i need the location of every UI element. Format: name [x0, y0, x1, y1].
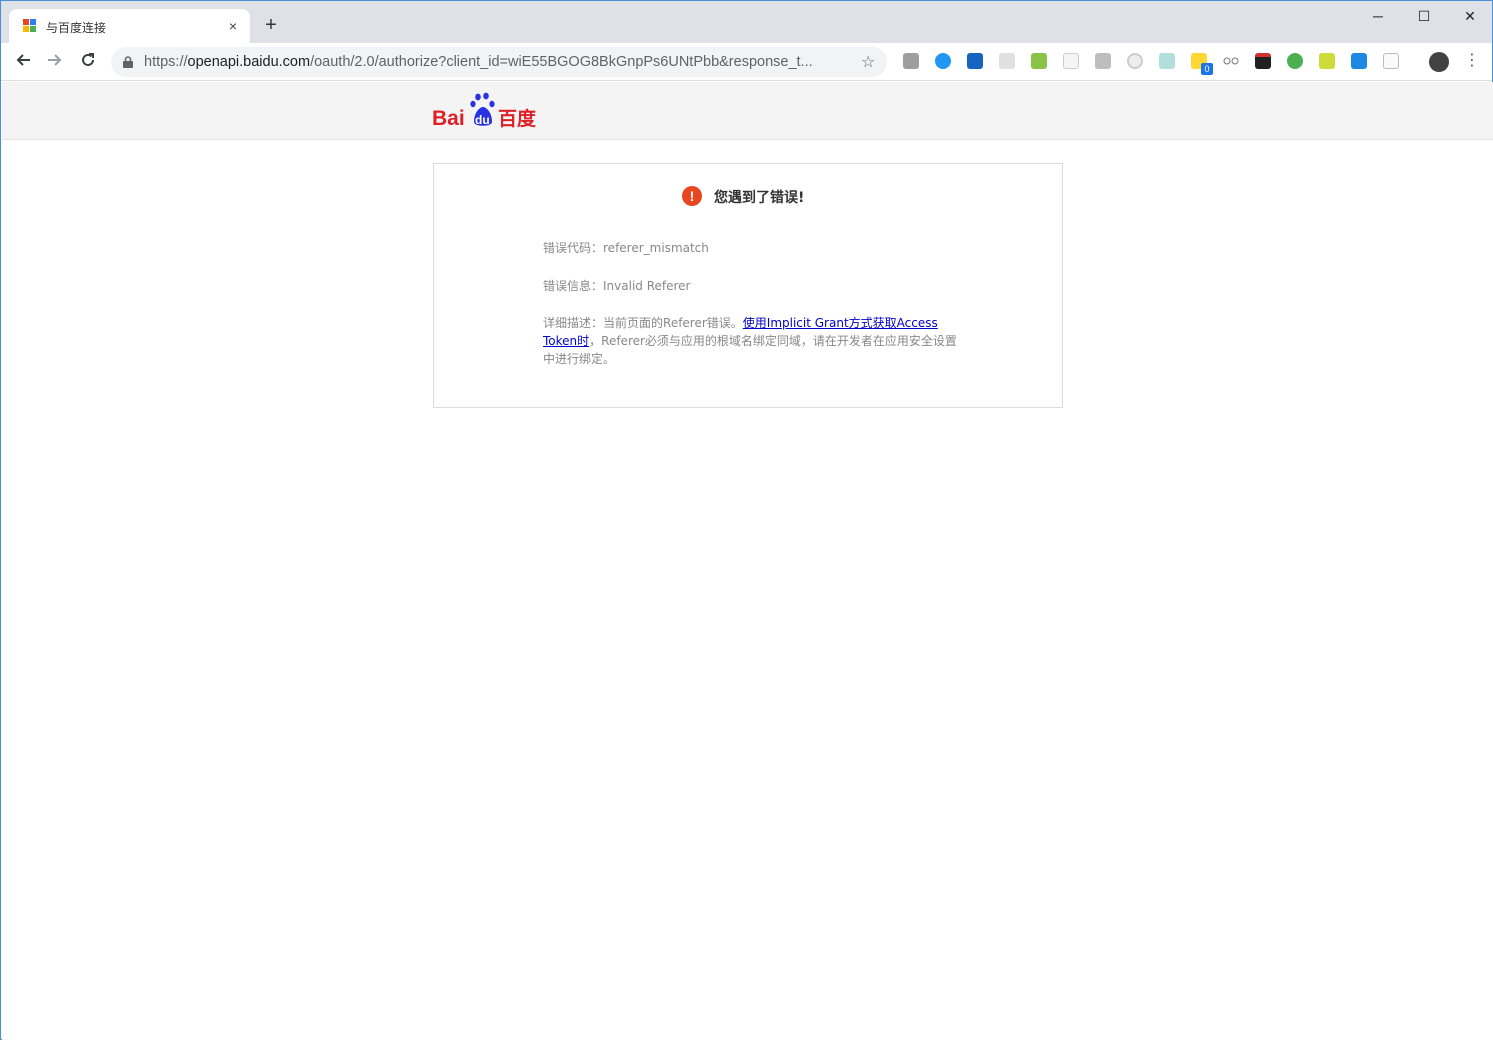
svg-text:Bai: Bai	[432, 107, 465, 130]
extension-compass-icon[interactable]	[935, 53, 951, 69]
error-info-row: 错误信息：Invalid Referer	[543, 277, 691, 294]
extension-circle-icon[interactable]	[1127, 53, 1143, 69]
error-description: 详细描述：当前页面的Referer错误。使用Implicit Grant方式获取…	[543, 314, 963, 368]
extension-cube-icon[interactable]	[1031, 53, 1047, 69]
error-info-label: 错误信息：	[543, 279, 604, 293]
browser-window: 与百度连接 × + ─ ☐ ✕ https://openapi.baidu.co…	[0, 0, 1493, 1040]
back-arrow-icon[interactable]	[12, 51, 34, 73]
extension-card-icon[interactable]	[1159, 53, 1175, 69]
error-title: 您遇到了错误!	[714, 190, 805, 206]
error-desc-suffix: ，Referer必须与应用的根域名绑定同域，请在开发者在应用安全设置中进行绑定。	[543, 334, 957, 366]
url-text[interactable]: https://openapi.baidu.com/oauth/2.0/auth…	[144, 54, 813, 70]
tab-strip: 与百度连接 × + ─ ☐ ✕	[1, 1, 1492, 43]
active-tab[interactable]: 与百度连接 ×	[9, 9, 250, 43]
error-desc-prefix: 当前页面的Referer错误。	[603, 316, 743, 330]
profile-avatar[interactable]	[1429, 52, 1449, 72]
maximize-button[interactable]: ☐	[1401, 5, 1447, 27]
page-content: Bai du 百度 ! 您遇到了错误! 错误代码：referer_mismatc…	[2, 82, 1493, 1040]
reload-icon[interactable]	[77, 51, 99, 73]
browser-toolbar: https://openapi.baidu.com/oauth/2.0/auth…	[1, 43, 1492, 81]
forward-arrow-icon[interactable]	[44, 51, 66, 73]
extension-n-icon[interactable]	[1319, 53, 1335, 69]
baidu-logo[interactable]: Bai du 百度	[432, 92, 542, 132]
minimize-button[interactable]: ─	[1355, 5, 1401, 27]
error-card: ! 您遇到了错误! 错误代码：referer_mismatch 错误信息：Inv…	[433, 163, 1063, 408]
close-window-button[interactable]: ✕	[1447, 5, 1493, 27]
error-info-value: Invalid Referer	[603, 279, 691, 293]
baidu-favicon-icon	[23, 19, 37, 33]
header-band: Bai du 百度	[2, 82, 1493, 140]
tab-close-icon[interactable]: ×	[223, 16, 243, 36]
error-code-value: referer_mismatch	[603, 241, 709, 255]
tab-title: 与百度连接	[46, 21, 107, 35]
extension-pocket-icon[interactable]	[967, 53, 983, 69]
error-desc-label: 详细描述：	[543, 316, 604, 330]
extension-badge: 0	[1201, 63, 1213, 75]
evernote-icon[interactable]	[1287, 53, 1303, 69]
address-bar[interactable]: https://openapi.baidu.com/oauth/2.0/auth…	[111, 47, 887, 77]
extension-glasses-icon[interactable]	[1223, 53, 1239, 69]
extension-window-icon[interactable]	[1383, 53, 1399, 69]
extension-edit-icon[interactable]	[1351, 53, 1367, 69]
svg-text:百度: 百度	[498, 107, 537, 130]
error-exclamation-icon: !	[682, 186, 702, 206]
extension-qr-icon[interactable]	[999, 53, 1015, 69]
lock-icon	[123, 55, 133, 68]
browser-menu-icon[interactable]: ⋮	[1464, 52, 1480, 70]
error-code-label: 错误代码：	[543, 241, 604, 255]
bookmark-star-icon[interactable]: ☆	[861, 52, 875, 72]
error-code-row: 错误代码：referer_mismatch	[543, 239, 709, 256]
extension-rp-icon[interactable]	[903, 53, 919, 69]
new-tab-button[interactable]: +	[261, 15, 281, 35]
extension-tree-icon[interactable]	[1063, 53, 1079, 69]
extension-dark-icon[interactable]	[1255, 53, 1271, 69]
svg-text:du: du	[475, 113, 490, 127]
extension-search-icon[interactable]	[1095, 53, 1111, 69]
